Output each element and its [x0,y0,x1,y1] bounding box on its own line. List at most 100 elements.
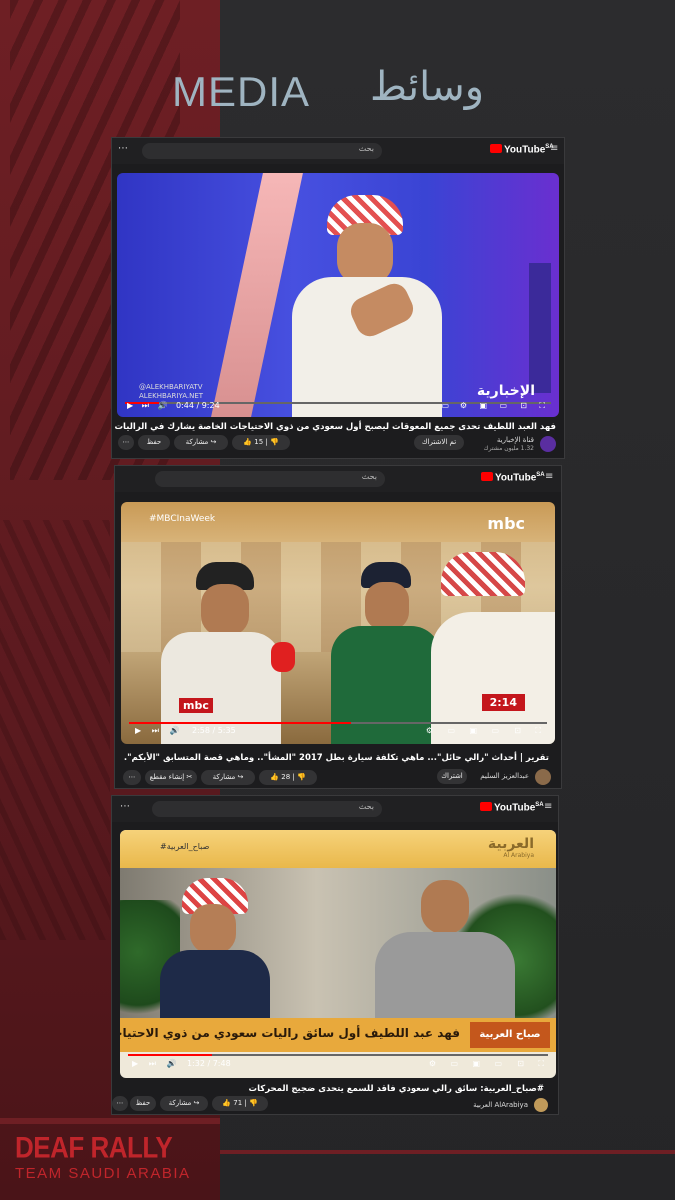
hamburger-menu-icon[interactable]: ≡ [550,144,560,154]
channel-name[interactable]: عبدالعزيز السليم [480,772,529,780]
brand-tagline: TEAM SAUDI ARABIA [15,1165,191,1182]
play-icon[interactable]: ▶ [132,1059,138,1068]
watermark-handle: @ALEKHBARIYATV [139,383,203,391]
footer-brand: DEAF RALLY TEAM SAUDI ARABIA [15,1130,191,1182]
broadcaster-subname: Al Arabiya [503,852,534,859]
volume-icon[interactable]: 🔊 [157,401,167,410]
broadcaster-logo: الإخبارية [476,383,535,399]
subscribe-button[interactable]: اشتراك [437,769,467,784]
channel-name[interactable]: AlArabiya العربية [473,1101,528,1109]
video-title[interactable]: #صباح_العربية: سائق رالي سعودي فاقد للسم… [249,1084,544,1094]
brand-name: DEAF RALLY [15,1130,173,1165]
more-button[interactable]: ⋯ [112,1096,128,1111]
search-box[interactable]: بحث [152,801,382,817]
create-clip-button[interactable]: إنشاء مقطع ✂ [145,770,197,785]
video-card-2: بحث YouTubeSA ≡ #MBCInaWeek mbc mbc 2:14… [114,465,562,789]
footer-accent-left [0,1118,220,1124]
page-header: MEDIA وسائط [0,60,675,130]
fullscreen-icon[interactable]: ⛶ [535,726,541,736]
search-box[interactable]: بحث [142,143,382,159]
channel-name[interactable]: قناة الإخبارية [497,436,534,444]
cast-icon[interactable]: ⊡ [514,726,521,735]
theater-icon[interactable]: ▭ [491,726,499,735]
video-player[interactable]: #صباح_العربية العربية Al Arabiya فهد عبد… [120,830,556,1078]
subtitles-icon[interactable]: ▭ [447,726,455,735]
hashtag: #صباح_العربية [160,842,210,851]
like-button[interactable]: 👍 71 | 👎 [212,1096,268,1111]
like-icon: 👍 [222,1099,232,1107]
share-button[interactable]: مشاركة ↪ [201,770,255,785]
more-button[interactable]: ⋯ [118,435,134,450]
video-card-1: ⋯ بحث YouTubeSA ≡ الإخبارية @ALEKHBARIYA… [111,137,565,459]
miniplayer-icon[interactable]: ▣ [469,726,477,735]
progress-bar[interactable] [129,722,547,724]
like-button[interactable]: 👍 28 | 👎 [259,770,317,785]
settings-icon[interactable]: ⚙ [429,1059,436,1068]
save-button[interactable]: حفظ [130,1096,156,1111]
time-badge: 2:14 [481,694,525,711]
youtube-logo[interactable]: YouTubeSA [490,144,554,155]
player-controls: ▶ ⏭ 🔊 0:44 / 9:24 ⚙ ▭ ▣ ▭ ⊡ ⛶ [127,401,549,417]
youtube-logo[interactable]: YouTubeSA [481,472,545,483]
save-button[interactable]: حفظ [138,435,170,450]
video-player[interactable]: الإخبارية @ALEKHBARIYATV ALEKHBARIYA.NET… [117,173,559,417]
theater-icon[interactable]: ▭ [494,1059,502,1068]
volume-icon[interactable]: 🔊 [166,1059,176,1068]
mbc-logo-lower: mbc [179,698,213,713]
search-box[interactable]: بحث [155,471,385,487]
broadcaster-name: العربية [487,836,534,852]
progress-bar[interactable] [128,1054,548,1056]
host-figure [375,880,515,1028]
subtitles-icon[interactable]: ▭ [450,1059,458,1068]
more-button[interactable]: ⋯ [123,770,141,785]
cast-icon[interactable]: ⊡ [520,401,527,410]
fullscreen-icon[interactable]: ⛶ [539,401,545,411]
channel-avatar[interactable] [534,1098,548,1112]
next-icon[interactable]: ⏭ [149,1059,156,1068]
hamburger-menu-icon[interactable]: ≡ [544,802,554,812]
like-icon: 👍 [270,773,280,781]
guest-figure [160,878,270,1028]
mbc-logo-corner: mbc [487,514,525,533]
title-arabic: وسائط [370,64,485,110]
video-title[interactable]: فهد العبد اللطيف تحدى جميع المعوقات ليصب… [115,422,556,432]
theater-icon[interactable]: ▭ [499,401,507,410]
youtube-topbar: ⋯ بحث YouTubeSA ≡ [112,796,558,822]
hamburger-menu-icon[interactable]: ≡ [545,472,555,482]
video-card-3: ⋯ بحث YouTubeSA ≡ #صباح_العربية العربية … [111,795,559,1115]
interviewer-figure [421,552,555,744]
subscribe-button[interactable]: تم الاشتراك [414,435,464,450]
tire-track-decoration-lower [0,520,110,940]
time-display: 2:58 / 5:35 [191,726,236,735]
channel-avatar[interactable] [535,769,551,785]
menu-icon[interactable]: ⋯ [120,802,130,812]
presenter-figure [282,195,452,417]
fullscreen-icon[interactable]: ⛶ [538,1059,544,1069]
cast-icon[interactable]: ⊡ [517,1059,524,1068]
play-icon[interactable]: ▶ [127,401,133,410]
play-icon[interactable]: ▶ [135,726,141,735]
next-icon[interactable]: ⏭ [152,726,159,735]
video-title[interactable]: تقرير | أحداث "رالي حائل"... ماهي تكلفة … [124,753,549,763]
menu-icon[interactable]: ⋯ [118,144,128,154]
like-button[interactable]: 👍 15 | 👎 [232,435,290,450]
settings-icon[interactable]: ⚙ [426,726,433,735]
volume-icon[interactable]: 🔊 [169,726,179,735]
channel-avatar[interactable] [540,436,556,452]
miniplayer-icon[interactable]: ▣ [479,401,487,410]
youtube-logo[interactable]: YouTubeSA [480,802,544,813]
settings-icon[interactable]: ⚙ [460,401,467,410]
player-controls: ▶ ⏭ 🔊 1:32 / 7:48 ⚙ ▭ ▣ ▭ ⊡ ⛶ [132,1059,546,1075]
progress-fill [129,722,351,724]
subtitles-icon[interactable]: ▭ [441,401,449,410]
next-icon[interactable]: ⏭ [142,401,149,410]
search-placeholder: بحث [361,472,377,481]
share-button[interactable]: مشاركة ↪ [160,1096,208,1111]
video-player[interactable]: #MBCInaWeek mbc mbc 2:14 ▶ ⏭ 🔊 2:58 / 5:… [121,502,555,744]
share-button[interactable]: مشاركة ↪ [174,435,228,450]
footer-accent-line [220,1150,675,1154]
miniplayer-icon[interactable]: ▣ [472,1059,480,1068]
player-controls: ▶ ⏭ 🔊 2:58 / 5:35 ⚙ ▭ ▣ ▭ ⊡ ⛶ [135,726,543,742]
title-english: MEDIA [172,68,311,115]
channel-logo-right [529,263,551,393]
